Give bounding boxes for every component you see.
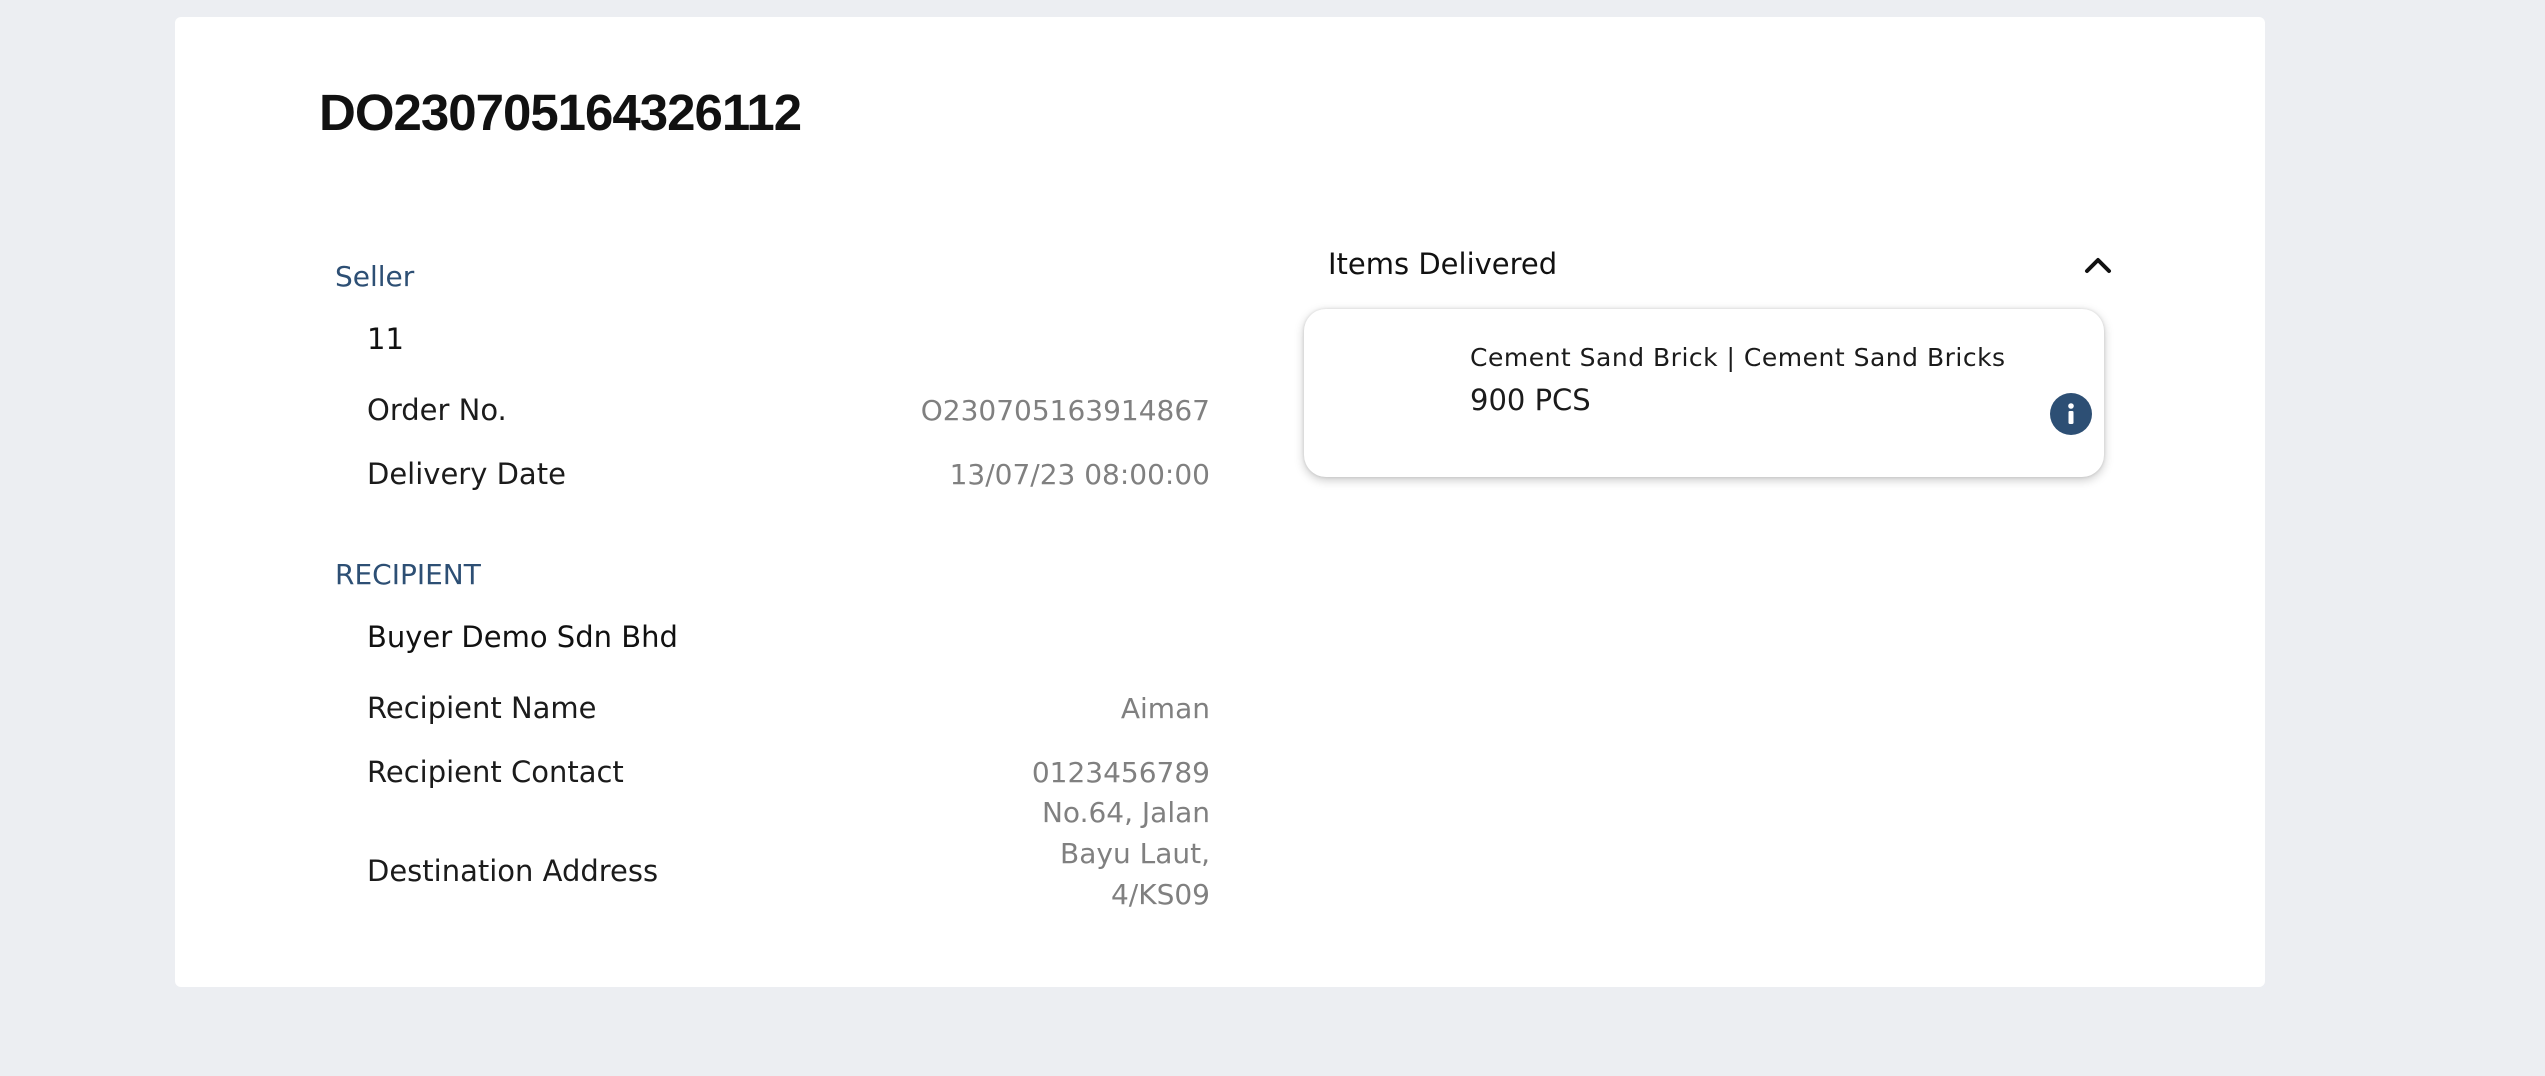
recipient-contact-label: Recipient Contact: [367, 755, 624, 789]
item-quantity: 900 PCS: [1470, 383, 1591, 417]
item-info-button[interactable]: [2050, 393, 2092, 435]
recipient-name-label: Recipient Name: [367, 691, 597, 725]
chevron-up-icon: [2085, 258, 2111, 273]
delivery-date-value: 13/07/23 08:00:00: [949, 458, 1210, 491]
seller-section-label: Seller: [335, 260, 415, 293]
delivered-item-card: Cement Sand Brick | Cement Sand Bricks 9…: [1304, 309, 2104, 477]
destination-address-label: Destination Address: [367, 854, 659, 888]
destination-address-value: No.64, Jalan Bayu Laut, 4/KS09: [1041, 796, 1210, 911]
recipient-company: Buyer Demo Sdn Bhd: [367, 620, 678, 654]
page-title: DO230705164326112: [319, 84, 802, 141]
collapse-items-button[interactable]: [2078, 245, 2118, 285]
recipient-name-value: Aiman: [1120, 692, 1210, 725]
items-delivered-title: Items Delivered: [1328, 247, 1558, 281]
order-no-label: Order No.: [367, 393, 507, 427]
delivery-date-label: Delivery Date: [367, 457, 566, 491]
info-icon: [2068, 403, 2074, 424]
seller-name: 11: [367, 322, 404, 356]
delivery-order-card: DO230705164326112 Seller 11 Order No. O2…: [175, 17, 2265, 987]
recipient-contact-value: 0123456789: [1031, 756, 1210, 789]
recipient-section-label: RECIPIENT: [335, 558, 481, 591]
items-delivered-header[interactable]: Items Delivered: [1328, 231, 2118, 303]
item-name: Cement Sand Brick | Cement Sand Bricks: [1470, 343, 2006, 372]
order-no-value: O230705163914867: [920, 394, 1210, 427]
